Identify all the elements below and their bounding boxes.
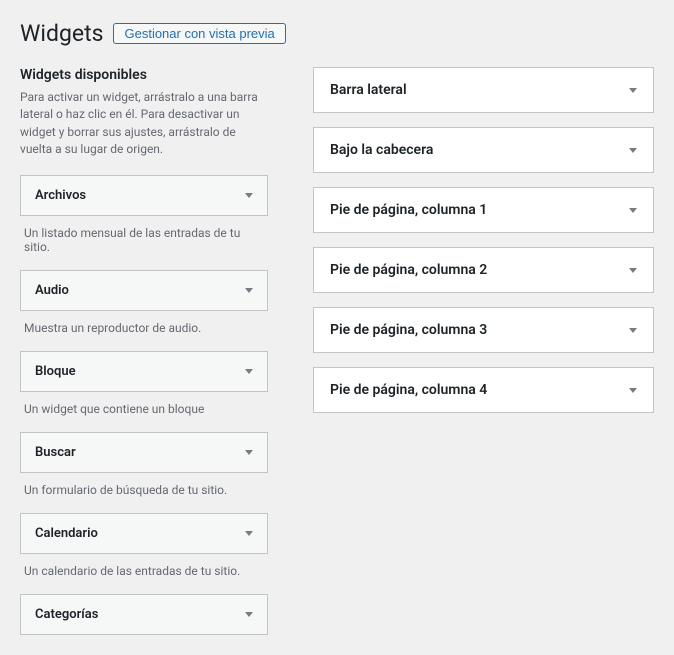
area-label: Bajo la cabecera [330, 142, 433, 158]
widget-area-pie-2[interactable]: Pie de página, columna 2 [313, 247, 654, 293]
widget-desc: Muestra un reproductor de audio. [20, 311, 268, 351]
widget-area-pie-3[interactable]: Pie de página, columna 3 [313, 307, 654, 353]
chevron-down-icon [629, 388, 637, 393]
area-label: Barra lateral [330, 82, 407, 98]
widget-label: Audio [35, 283, 69, 298]
chevron-down-icon [629, 88, 637, 93]
widget-area-pie-1[interactable]: Pie de página, columna 1 [313, 187, 654, 233]
area-label: Pie de página, columna 3 [330, 322, 487, 338]
page-title: Widgets [20, 20, 103, 47]
widget-item-buscar[interactable]: Buscar [20, 432, 268, 473]
widget-item-categorias[interactable]: Categorías [20, 594, 268, 635]
widget-label: Categorías [35, 607, 98, 622]
widget-item-archivos[interactable]: Archivos [20, 175, 268, 216]
chevron-down-icon [245, 288, 253, 293]
widget-area-pie-4[interactable]: Pie de página, columna 4 [313, 367, 654, 413]
chevron-down-icon [245, 193, 253, 198]
area-label: Pie de página, columna 2 [330, 262, 487, 278]
chevron-down-icon [245, 450, 253, 455]
chevron-down-icon [629, 148, 637, 153]
widget-areas-column: Barra lateral Bajo la cabecera Pie de pá… [313, 67, 654, 427]
widget-label: Buscar [35, 445, 76, 460]
widget-label: Bloque [35, 364, 76, 379]
widget-desc: Un widget que contiene un bloque [20, 392, 268, 432]
widget-item-calendario[interactable]: Calendario [20, 513, 268, 554]
chevron-down-icon [629, 328, 637, 333]
widget-desc: Un calendario de las entradas de tu siti… [20, 554, 268, 594]
widget-label: Calendario [35, 526, 98, 541]
widget-item-audio[interactable]: Audio [20, 270, 268, 311]
area-label: Pie de página, columna 4 [330, 382, 487, 398]
widget-desc: Un formulario de búsqueda de tu sitio. [20, 473, 268, 513]
chevron-down-icon [245, 612, 253, 617]
widget-item-bloque[interactable]: Bloque [20, 351, 268, 392]
widget-desc: Un listado mensual de las entradas de tu… [20, 216, 268, 270]
chevron-down-icon [629, 208, 637, 213]
chevron-down-icon [245, 369, 253, 374]
manage-preview-button[interactable]: Gestionar con vista previa [113, 23, 285, 44]
available-widgets-title: Widgets disponibles [20, 67, 268, 83]
available-widgets-help: Para activar un widget, arrástralo a una… [20, 89, 268, 159]
widget-label: Archivos [35, 188, 86, 203]
chevron-down-icon [245, 531, 253, 536]
widget-area-bajo-la-cabecera[interactable]: Bajo la cabecera [313, 127, 654, 173]
available-widgets-column: Widgets disponibles Para activar un widg… [20, 67, 268, 635]
area-label: Pie de página, columna 1 [330, 202, 487, 218]
widget-area-barra-lateral[interactable]: Barra lateral [313, 67, 654, 113]
chevron-down-icon [629, 268, 637, 273]
